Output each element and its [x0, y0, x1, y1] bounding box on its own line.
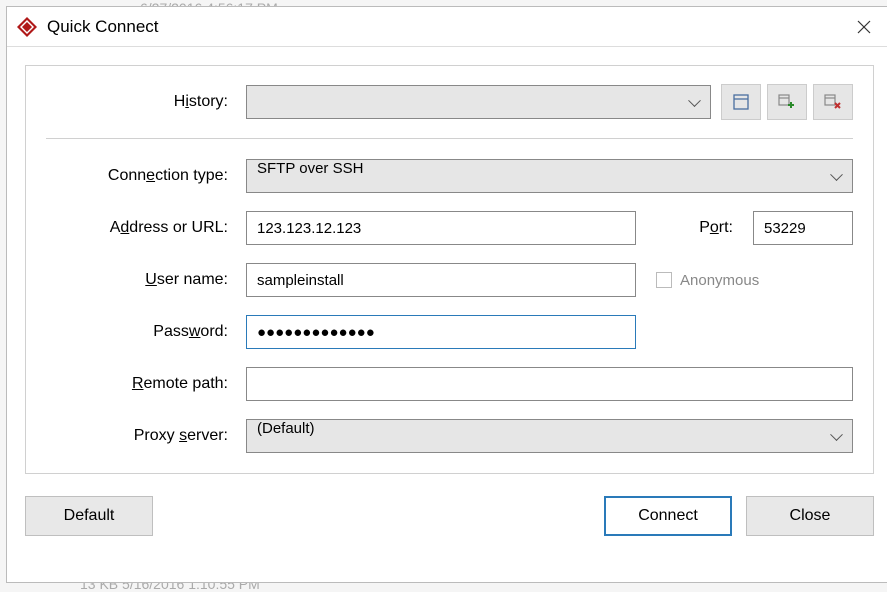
connection-type-dropdown[interactable]: SFTP over SSH	[246, 159, 853, 193]
checkbox-icon	[656, 272, 672, 288]
history-label: History:	[46, 93, 246, 111]
quick-connect-dialog: Quick Connect History:	[6, 6, 887, 583]
username-input[interactable]	[246, 263, 636, 297]
connection-type-label: Connection type:	[46, 167, 246, 185]
form-panel: History:	[25, 65, 874, 474]
app-icon	[15, 15, 39, 39]
password-input[interactable]	[246, 315, 636, 349]
address-label: Address or URL:	[46, 219, 246, 237]
window-close-button[interactable]	[844, 7, 884, 47]
port-label: Port:	[699, 219, 743, 237]
remote-path-input[interactable]	[246, 367, 853, 401]
anonymous-label: Anonymous	[680, 272, 759, 289]
password-label: Password:	[46, 323, 246, 341]
remote-path-label: Remote path:	[46, 375, 246, 393]
button-row: Default Connect Close	[7, 484, 887, 554]
proxy-label: Proxy server:	[46, 427, 246, 445]
port-input[interactable]	[753, 211, 853, 245]
history-add-button[interactable]	[767, 84, 807, 120]
divider	[46, 138, 853, 139]
address-input[interactable]	[246, 211, 636, 245]
proxy-dropdown[interactable]: (Default)	[246, 419, 853, 453]
history-dropdown[interactable]	[246, 85, 711, 119]
window-title: Quick Connect	[47, 17, 844, 37]
username-label: User name:	[46, 271, 246, 289]
close-button[interactable]: Close	[746, 496, 874, 536]
titlebar: Quick Connect	[7, 7, 887, 47]
history-manage-button[interactable]	[721, 84, 761, 120]
history-delete-button[interactable]	[813, 84, 853, 120]
default-button[interactable]: Default	[25, 496, 153, 536]
anonymous-checkbox[interactable]: Anonymous	[656, 272, 759, 289]
connect-button[interactable]: Connect	[604, 496, 732, 536]
